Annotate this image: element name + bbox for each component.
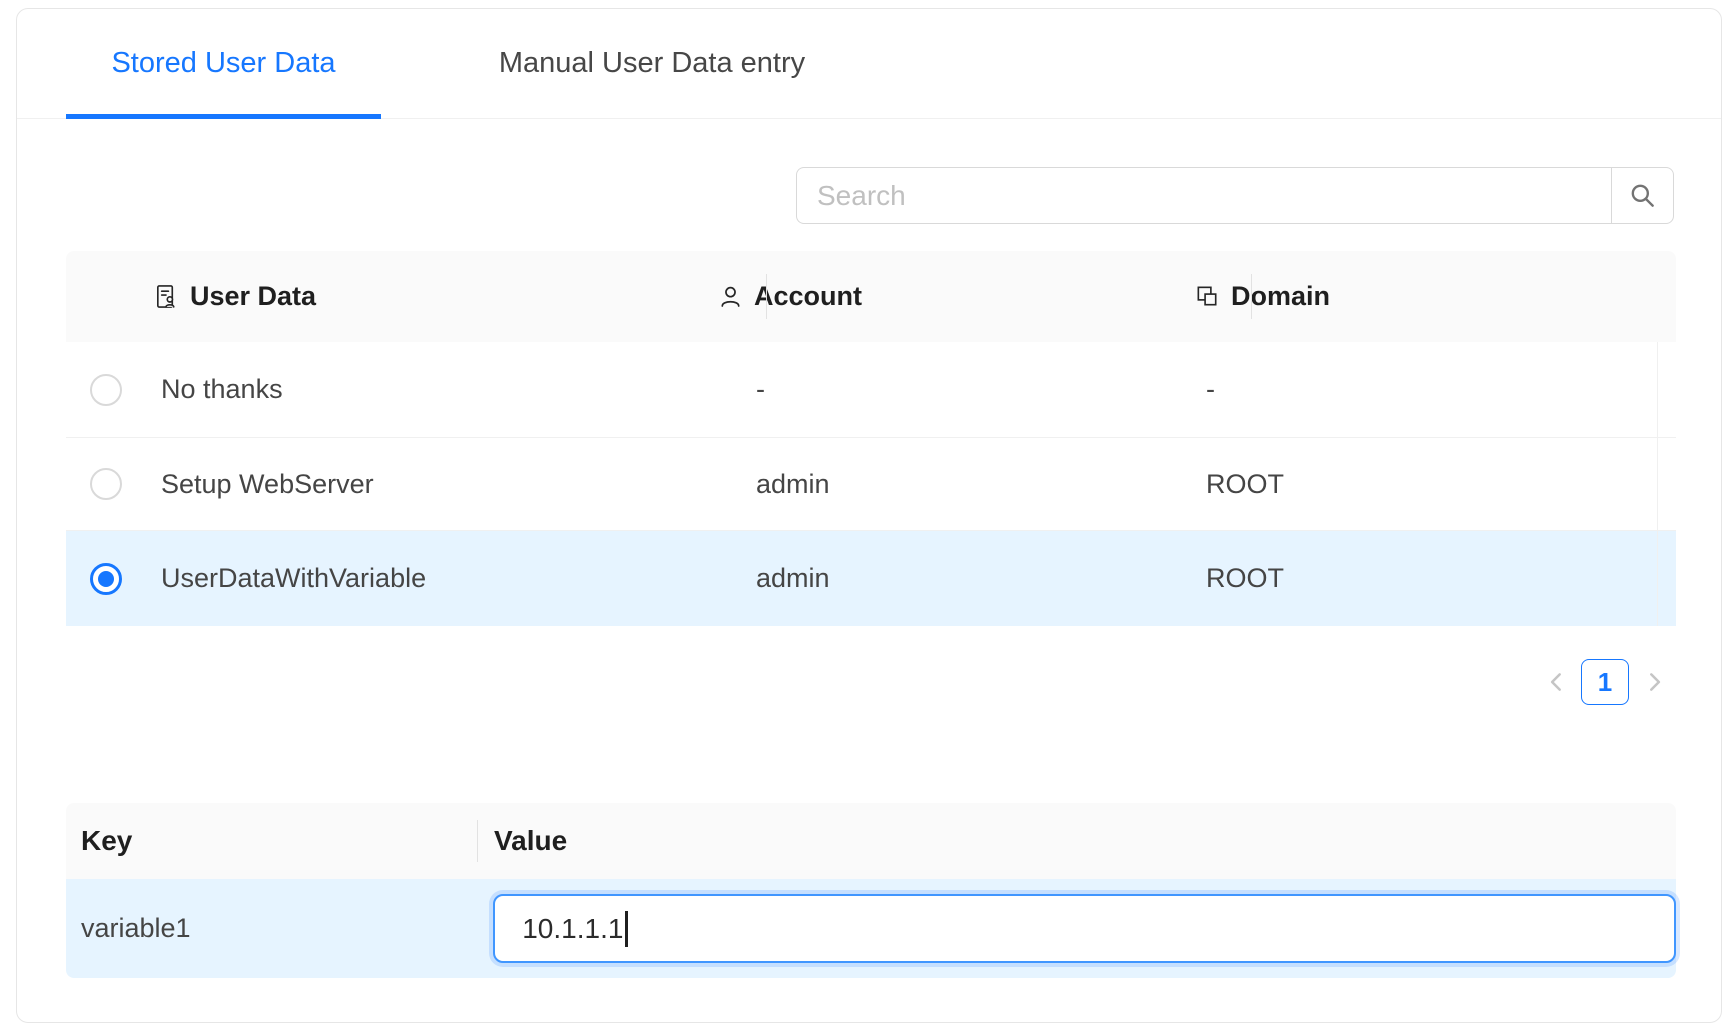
table-row-userdatawithvariable[interactable]: UserDataWithVariable admin ROOT: [66, 531, 1676, 626]
tab-stored-user-data[interactable]: Stored User Data: [66, 9, 381, 117]
radio-setup-webserver[interactable]: [90, 468, 122, 500]
user-data-panel: Stored User Data Manual User Data entry: [16, 8, 1722, 1023]
radio-no-thanks[interactable]: [90, 374, 122, 406]
variables-table-header: Key Value: [66, 803, 1676, 879]
column-divider: [766, 274, 767, 319]
cell-account: -: [701, 374, 1186, 405]
variable-value-input[interactable]: 10.1.1.1: [493, 894, 1676, 963]
column-label-domain: Domain: [1231, 281, 1330, 312]
column-divider: [477, 820, 478, 862]
chevron-left-icon: [1544, 669, 1570, 695]
variables-table: Key Value variable1 10.1.1.1: [66, 803, 1676, 978]
table-row-no-thanks[interactable]: No thanks - -: [66, 342, 1676, 438]
cell-domain: -: [1186, 374, 1676, 405]
column-header-key: Key: [66, 825, 477, 857]
radio-userdatawithvariable[interactable]: [90, 563, 122, 595]
cell-account: admin: [701, 563, 1186, 594]
search-icon: [1628, 181, 1658, 211]
column-header-value: Value: [477, 825, 567, 857]
page: Stored User Data Manual User Data entry: [0, 0, 1734, 1036]
cell-domain: ROOT: [1186, 469, 1676, 500]
user-data-table: User Data Account: [66, 251, 1676, 626]
table-header: User Data Account: [66, 251, 1676, 342]
cell-account: admin: [701, 469, 1186, 500]
cell-user-data: No thanks: [146, 374, 701, 405]
variable-row: variable1 10.1.1.1: [66, 879, 1676, 978]
pagination-page-1[interactable]: 1: [1581, 659, 1629, 705]
variable-key: variable1: [66, 913, 476, 944]
table-row-setup-webserver[interactable]: Setup WebServer admin ROOT: [66, 438, 1676, 531]
variable-value-text: 10.1.1.1: [522, 913, 623, 945]
column-label-user-data: User Data: [190, 281, 316, 312]
text-cursor: [625, 911, 628, 947]
column-divider: [1251, 274, 1252, 319]
account-person-icon: [717, 283, 744, 310]
column-label-account: Account: [754, 281, 862, 312]
tab-bar: Stored User Data Manual User Data entry: [17, 9, 1721, 119]
tab-manual-user-data-entry[interactable]: Manual User Data entry: [462, 9, 842, 117]
table-scrollbar-track: [1657, 342, 1658, 626]
pagination-prev-button[interactable]: [1544, 669, 1570, 695]
user-data-document-icon: [153, 283, 180, 310]
search-button[interactable]: [1611, 167, 1674, 224]
search-bar: [796, 167, 1674, 224]
active-tab-indicator: [66, 114, 381, 119]
cell-user-data: UserDataWithVariable: [146, 563, 701, 594]
chevron-right-icon: [1641, 669, 1667, 695]
search-input[interactable]: [796, 167, 1611, 224]
column-header-user-data: User Data: [146, 251, 701, 342]
column-header-domain: Domain: [1186, 251, 1676, 342]
pagination-next-button[interactable]: [1641, 669, 1667, 695]
domain-blocks-icon: [1194, 283, 1221, 310]
cell-domain: ROOT: [1186, 563, 1676, 594]
cell-user-data: Setup WebServer: [146, 469, 701, 500]
column-header-account: Account: [701, 251, 1186, 342]
